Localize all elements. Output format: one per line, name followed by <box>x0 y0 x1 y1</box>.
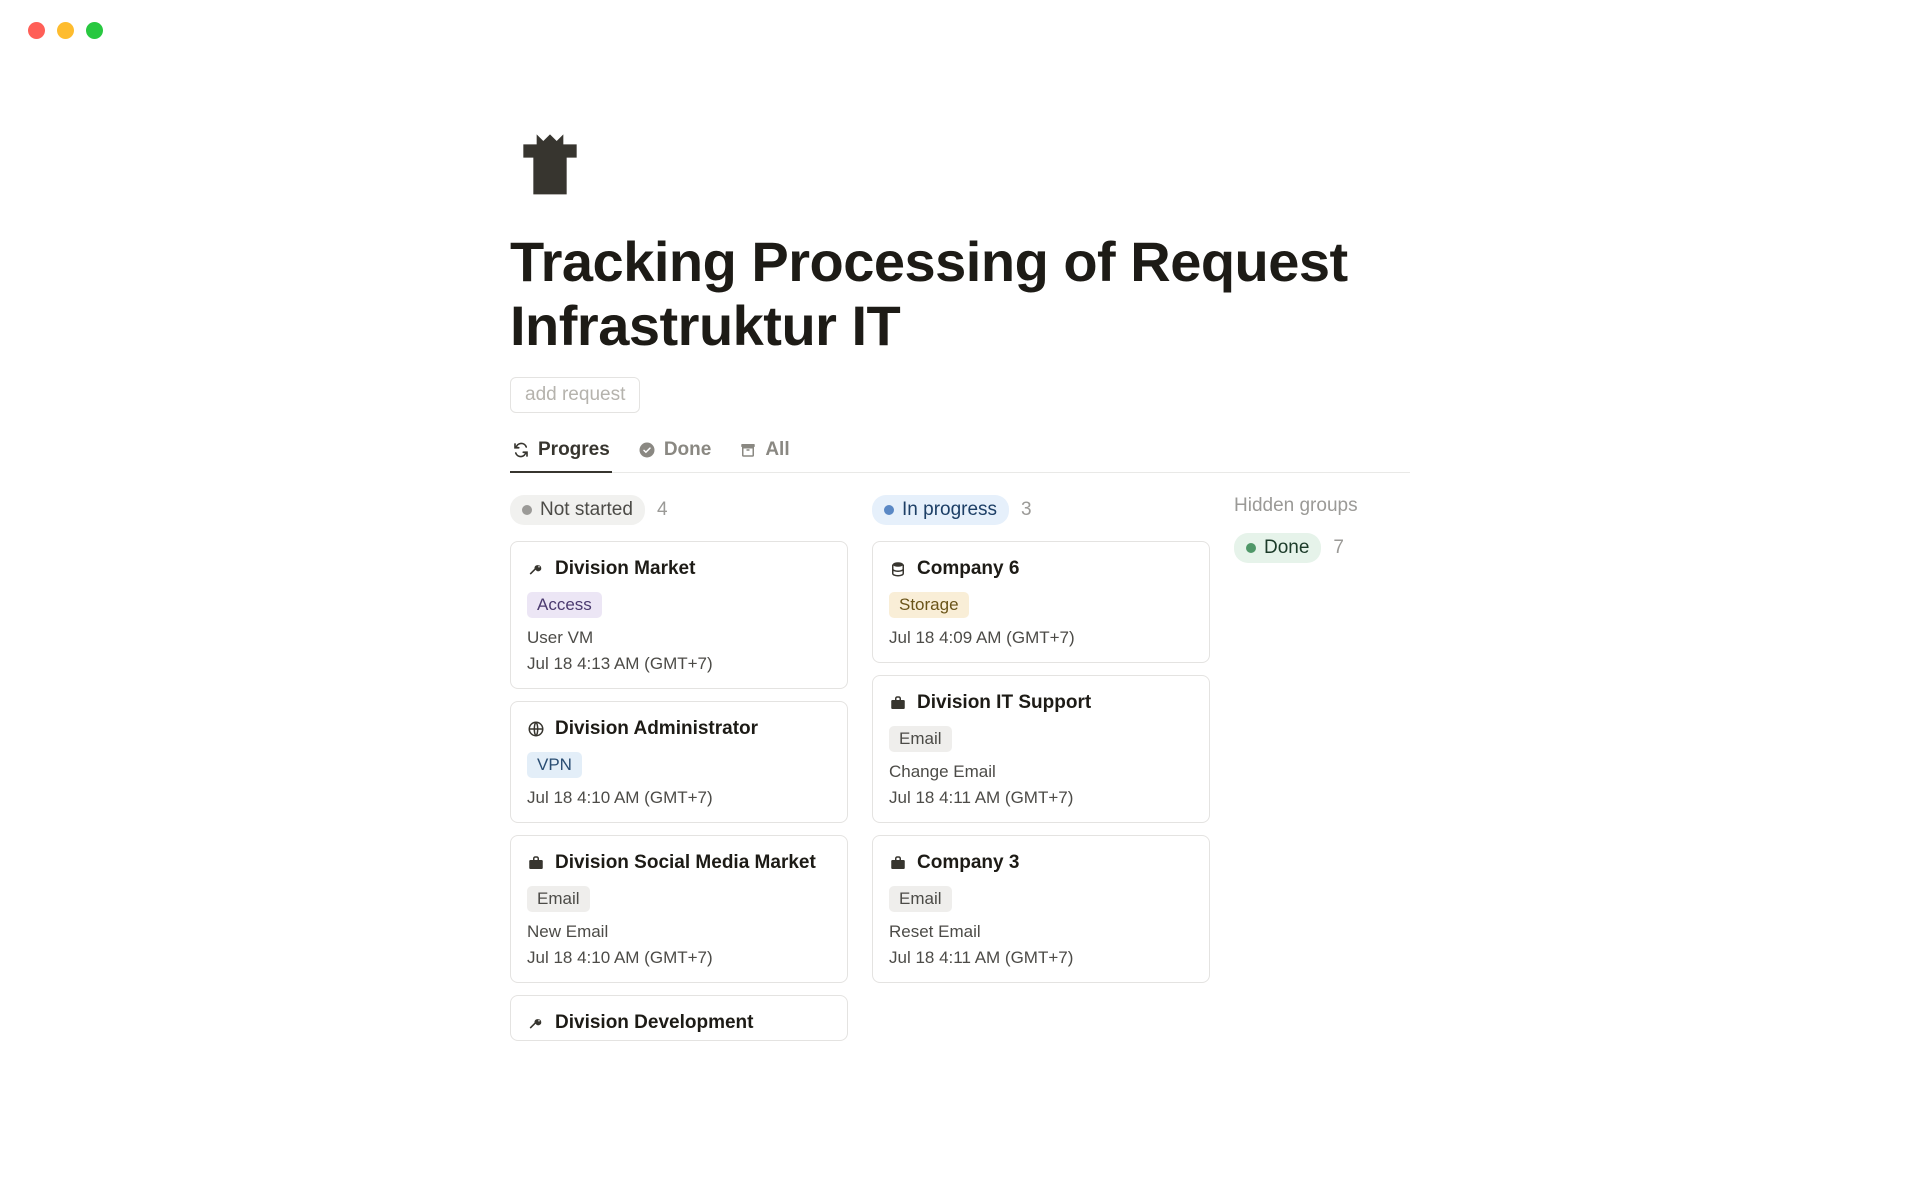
key-icon <box>527 560 545 578</box>
page-title: Tracking Processing of Request Infrastru… <box>510 230 1410 359</box>
card-title: Division Development <box>555 1012 754 1034</box>
minimize-window-button[interactable] <box>57 22 74 39</box>
status-label: Not started <box>540 499 633 521</box>
card-tag: Access <box>527 592 602 618</box>
kanban-board: Not started 4 Division Market Access Use… <box>510 495 1410 1053</box>
card-date: Jul 18 4:13 AM (GMT+7) <box>527 654 831 674</box>
hidden-group-count: 7 <box>1333 537 1344 559</box>
column-count: 3 <box>1021 499 1032 521</box>
globe-icon <box>527 720 545 738</box>
add-request-button[interactable]: add request <box>510 377 640 413</box>
card-text: User VM <box>527 628 831 648</box>
briefcase-icon <box>527 854 545 872</box>
status-dot <box>522 505 532 515</box>
tab-label: All <box>765 439 789 461</box>
card-tag: Email <box>527 886 590 912</box>
check-circle-icon <box>638 441 656 459</box>
column-in-progress: In progress 3 Company 6 Storage Jul 18 4… <box>872 495 1210 995</box>
hidden-groups-column: Hidden groups Done 7 <box>1234 495 1410 563</box>
card[interactable]: Division Development <box>510 995 848 1041</box>
card[interactable]: Company 6 Storage Jul 18 4:09 AM (GMT+7) <box>872 541 1210 663</box>
column-not-started: Not started 4 Division Market Access Use… <box>510 495 848 1053</box>
card[interactable]: Division Social Media Market Email New E… <box>510 835 848 983</box>
tab-done[interactable]: Done <box>636 431 714 473</box>
card-tag: VPN <box>527 752 582 778</box>
card[interactable]: Division IT Support Email Change Email J… <box>872 675 1210 823</box>
card-tag: Storage <box>889 592 969 618</box>
tab-all[interactable]: All <box>737 431 791 473</box>
tab-progres[interactable]: Progres <box>510 431 612 473</box>
card-title: Division Social Media Market <box>555 852 816 874</box>
status-pill-done[interactable]: Done <box>1234 533 1321 563</box>
page-icon <box>510 121 590 201</box>
card-date: Jul 18 4:11 AM (GMT+7) <box>889 788 1193 808</box>
status-dot <box>884 505 894 515</box>
card-date: Jul 18 4:11 AM (GMT+7) <box>889 948 1193 968</box>
card-title: Company 3 <box>917 852 1019 874</box>
tab-label: Progres <box>538 439 610 461</box>
window-traffic-lights <box>0 0 1920 61</box>
status-pill-not-started[interactable]: Not started <box>510 495 645 525</box>
card-date: Jul 18 4:10 AM (GMT+7) <box>527 948 831 968</box>
card-title: Division Administrator <box>555 718 758 740</box>
card-title: Division IT Support <box>917 692 1091 714</box>
briefcase-icon <box>889 694 907 712</box>
close-window-button[interactable] <box>28 22 45 39</box>
database-icon <box>889 560 907 578</box>
card-tag: Email <box>889 886 952 912</box>
status-dot <box>1246 543 1256 553</box>
key-icon <box>527 1014 545 1032</box>
card-date: Jul 18 4:10 AM (GMT+7) <box>527 788 831 808</box>
view-tabs: Progres Done All <box>510 431 1410 473</box>
refresh-icon <box>512 441 530 459</box>
tab-label: Done <box>664 439 712 461</box>
status-label: In progress <box>902 499 997 521</box>
card-text: New Email <box>527 922 831 942</box>
maximize-window-button[interactable] <box>86 22 103 39</box>
card-title: Company 6 <box>917 558 1019 580</box>
card-date: Jul 18 4:09 AM (GMT+7) <box>889 628 1193 648</box>
card[interactable]: Company 3 Email Reset Email Jul 18 4:11 … <box>872 835 1210 983</box>
card[interactable]: Division Administrator VPN Jul 18 4:10 A… <box>510 701 848 823</box>
card-text: Change Email <box>889 762 1193 782</box>
card-tag: Email <box>889 726 952 752</box>
briefcase-icon <box>889 854 907 872</box>
card-title: Division Market <box>555 558 695 580</box>
card[interactable]: Division Market Access User VM Jul 18 4:… <box>510 541 848 689</box>
status-pill-in-progress[interactable]: In progress <box>872 495 1009 525</box>
archive-icon <box>739 441 757 459</box>
status-label: Done <box>1264 537 1309 559</box>
card-text: Reset Email <box>889 922 1193 942</box>
hidden-groups-label: Hidden groups <box>1234 495 1410 517</box>
column-count: 4 <box>657 499 668 521</box>
